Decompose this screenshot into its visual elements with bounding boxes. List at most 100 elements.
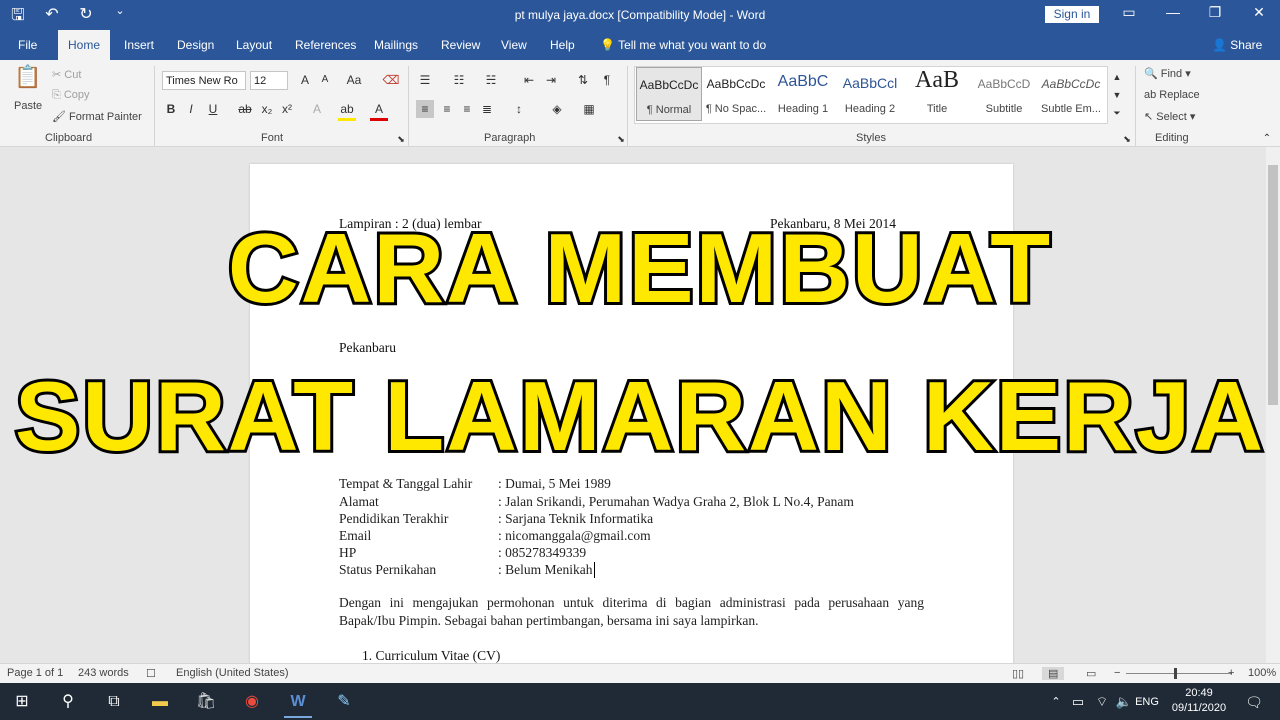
field-value: : nicomanggala@gmail.com bbox=[498, 528, 651, 543]
show-formatting-icon[interactable]: ¶ bbox=[598, 71, 616, 89]
font-size-select[interactable]: 12 bbox=[250, 71, 288, 90]
copy-button[interactable]: ⎘ Copy bbox=[52, 89, 90, 102]
styles-scroll-down-icon[interactable]: ▼ bbox=[1108, 86, 1126, 104]
style-heading-2[interactable]: AaBbCcl Heading 2 bbox=[837, 67, 903, 121]
styles-more-icon[interactable]: ⏷ bbox=[1108, 104, 1126, 122]
tab-design[interactable]: Design bbox=[177, 30, 214, 60]
proofing-icon[interactable]: ☐ bbox=[146, 667, 156, 680]
word-count[interactable]: 243 words bbox=[78, 667, 129, 679]
overlay-title-line-1: CARA MEMBUAT bbox=[225, 210, 1053, 326]
subscript-icon[interactable]: x₂ bbox=[258, 100, 276, 118]
minimize-icon[interactable]: — bbox=[1158, 4, 1188, 20]
page-count[interactable]: Page 1 of 1 bbox=[7, 667, 63, 679]
borders-icon[interactable]: ▦ bbox=[580, 100, 598, 118]
bold-icon[interactable]: B bbox=[162, 100, 180, 118]
zoom-in-icon[interactable]: + bbox=[1228, 667, 1234, 679]
paste-button[interactable]: Paste bbox=[14, 100, 42, 112]
style-title[interactable]: AaB Title bbox=[904, 67, 970, 121]
tab-help[interactable]: Help bbox=[550, 30, 575, 60]
align-left-icon[interactable]: ≡ bbox=[416, 100, 434, 118]
status-bar: Page 1 of 1 243 words ☐ English (United … bbox=[0, 663, 1280, 684]
numbering-icon[interactable]: ☷ bbox=[450, 71, 468, 89]
file-explorer-icon[interactable]: ▬ bbox=[146, 688, 174, 716]
justify-icon[interactable]: ≣ bbox=[478, 100, 496, 118]
align-right-icon[interactable]: ≡ bbox=[458, 100, 476, 118]
increase-indent-icon[interactable]: ⇥ bbox=[542, 71, 560, 89]
format-painter-button[interactable]: 🖌 Format Painter bbox=[52, 110, 142, 123]
change-case-icon[interactable]: Aa bbox=[342, 71, 366, 89]
windows-start-icon[interactable]: ⊞ bbox=[8, 688, 36, 716]
clock[interactable]: 20:49 09/11/2020 bbox=[1168, 686, 1230, 716]
share-button[interactable]: 👤 Share bbox=[1212, 30, 1262, 60]
style-normal[interactable]: AaBbCcDc ¶ Normal bbox=[636, 67, 702, 121]
language-status[interactable]: English (United States) bbox=[176, 667, 289, 679]
web-layout-icon[interactable]: ▭ bbox=[1086, 667, 1096, 680]
zoom-level[interactable]: 100% bbox=[1248, 667, 1276, 679]
store-icon[interactable]: 🛍 bbox=[192, 688, 220, 716]
italic-icon[interactable]: I bbox=[182, 100, 200, 118]
tab-insert[interactable]: Insert bbox=[124, 30, 154, 60]
read-mode-icon[interactable]: ▯▯ bbox=[1012, 667, 1024, 680]
shrink-font-icon[interactable]: A bbox=[316, 71, 334, 89]
styles-dialog-launcher-icon[interactable]: ⬊ bbox=[1118, 130, 1136, 148]
notification-icon[interactable]: 🗨 bbox=[1240, 688, 1268, 716]
bullets-icon[interactable]: ☰ bbox=[416, 71, 434, 89]
print-layout-icon[interactable]: ▤ bbox=[1042, 667, 1065, 680]
line-spacing-icon[interactable]: ↕ bbox=[510, 100, 528, 118]
shading-icon[interactable]: ◈ bbox=[548, 100, 566, 118]
field-label: Tempat & Tanggal Lahir bbox=[339, 476, 473, 491]
word-icon[interactable]: W bbox=[284, 688, 312, 718]
tab-layout[interactable]: Layout bbox=[236, 30, 272, 60]
tab-home[interactable]: Home bbox=[58, 30, 111, 60]
collapse-ribbon-icon[interactable]: ⌃ bbox=[1258, 130, 1276, 148]
highlight-icon[interactable]: ab bbox=[338, 100, 356, 121]
underline-icon[interactable]: U bbox=[204, 100, 222, 118]
chrome-icon[interactable]: ◉ bbox=[238, 688, 266, 716]
language-indicator[interactable]: ENG bbox=[1134, 688, 1160, 716]
align-center-icon[interactable]: ≡ bbox=[438, 100, 456, 118]
field-value: : Jalan Srikandi, Perumahan Wadya Graha … bbox=[498, 494, 854, 509]
sign-in-button[interactable]: Sign in bbox=[1045, 6, 1099, 23]
task-view-icon[interactable]: ⧉ bbox=[100, 688, 128, 716]
font-name-select[interactable]: Times New Ro bbox=[162, 71, 246, 90]
replace-button[interactable]: ab Replace bbox=[1144, 89, 1200, 101]
style-no-spacing[interactable]: AaBbCcDc ¶ No Spac... bbox=[703, 67, 769, 121]
person-icon: 👤 bbox=[1212, 38, 1231, 52]
title-bar: 🖫 ↶ ↻ ⌄ pt mulya jaya.docx [Compatibilit… bbox=[0, 0, 1280, 30]
style-heading-1[interactable]: AaBbC Heading 1 bbox=[770, 67, 836, 121]
tab-view[interactable]: View bbox=[501, 30, 527, 60]
ribbon-display-icon[interactable]: ▭ bbox=[1114, 4, 1144, 21]
field-label: Status Pernikahan bbox=[339, 562, 437, 577]
tab-mailings[interactable]: Mailings bbox=[374, 30, 418, 60]
zoom-slider-thumb[interactable] bbox=[1174, 668, 1177, 679]
font-color-icon[interactable]: A bbox=[370, 100, 388, 121]
restore-icon[interactable]: ❐ bbox=[1200, 4, 1230, 21]
zoom-out-icon[interactable]: − bbox=[1114, 667, 1120, 679]
styles-scroll-up-icon[interactable]: ▲ bbox=[1108, 68, 1126, 86]
tab-review[interactable]: Review bbox=[441, 30, 480, 60]
style-subtle-emphasis[interactable]: AaBbCcDc Subtle Em... bbox=[1038, 67, 1104, 121]
field-value: : 085278349339 bbox=[498, 545, 587, 560]
find-button[interactable]: 🔍 Find ▾ bbox=[1144, 67, 1191, 80]
text-effects-icon[interactable]: A bbox=[308, 100, 326, 118]
close-icon[interactable]: ✕ bbox=[1244, 4, 1274, 21]
strikethrough-icon[interactable]: ab bbox=[236, 100, 254, 118]
sort-icon[interactable]: ⇅ bbox=[574, 71, 592, 89]
select-button[interactable]: ↖ Select ▾ bbox=[1144, 110, 1195, 123]
tab-references[interactable]: References bbox=[295, 30, 356, 60]
paste-icon[interactable]: 📋 bbox=[14, 66, 42, 96]
search-icon[interactable]: ⚲ bbox=[54, 688, 82, 716]
ribbon-tabs: File Home Insert Design Layout Reference… bbox=[0, 30, 1280, 60]
style-subtitle[interactable]: AaBbCcD Subtitle bbox=[971, 67, 1037, 121]
grow-font-icon[interactable]: A bbox=[296, 71, 314, 89]
clear-formatting-icon[interactable]: ⌫ bbox=[382, 71, 400, 89]
paint-icon[interactable]: ✎ bbox=[330, 688, 358, 716]
decrease-indent-icon[interactable]: ⇤ bbox=[520, 71, 538, 89]
superscript-icon[interactable]: x² bbox=[278, 100, 296, 118]
multilevel-list-icon[interactable]: ☵ bbox=[482, 71, 500, 89]
zoom-slider[interactable] bbox=[1126, 673, 1232, 674]
divider bbox=[1135, 66, 1136, 146]
tab-file[interactable]: File bbox=[18, 30, 37, 60]
tell-me-search[interactable]: 💡 Tell me what you want to do bbox=[600, 30, 766, 60]
cut-button[interactable]: ✂ Cut bbox=[52, 68, 81, 81]
